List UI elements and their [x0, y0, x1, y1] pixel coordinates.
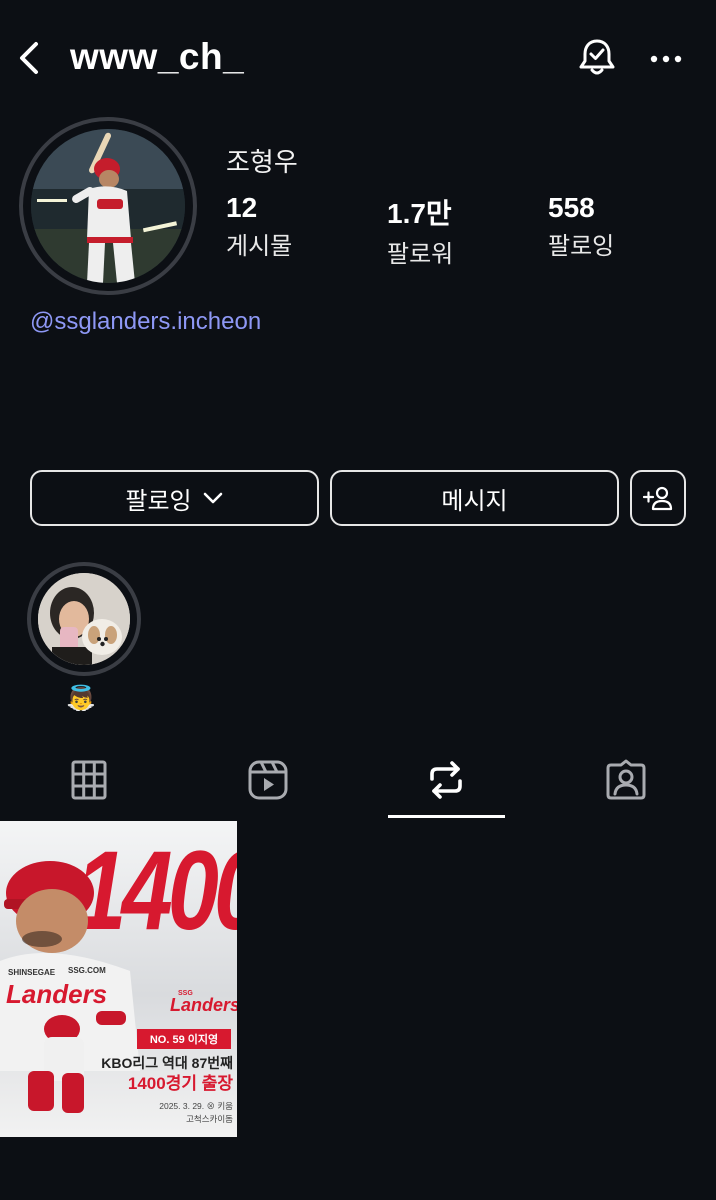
message-button-label: 메시지 — [441, 487, 508, 515]
stat-followers-count: 1.7만 — [387, 198, 452, 229]
more-options-button[interactable] — [646, 40, 686, 76]
bio-mention-link[interactable]: @ssglanders.incheon — [30, 308, 261, 336]
story-highlight-label: 👼 — [66, 685, 96, 712]
post-line-2: 1400경기 출장 — [128, 1074, 233, 1093]
svg-text:SSG.COM: SSG.COM — [68, 966, 106, 975]
profile-photo — [31, 129, 185, 283]
grid-icon — [71, 760, 107, 800]
suggested-people-button[interactable] — [630, 470, 686, 526]
reels-icon — [248, 760, 288, 800]
add-person-icon — [643, 486, 673, 511]
more-horizontal-icon — [650, 55, 682, 63]
stat-following[interactable]: 558 팔로잉 — [548, 192, 614, 261]
post-line-1: KBO리그 역대 87번째 — [101, 1055, 233, 1071]
stat-posts[interactable]: 12 게시물 — [226, 192, 292, 261]
stat-following-label: 팔로잉 — [548, 233, 615, 260]
tab-reposts[interactable] — [421, 756, 471, 804]
tab-posts-grid[interactable] — [64, 756, 114, 804]
repost-icon — [430, 761, 462, 799]
post-badge: NO. 59 이지영 — [150, 1032, 218, 1046]
tab-tagged[interactable] — [601, 756, 651, 804]
stat-posts-label: 게시물 — [226, 233, 293, 260]
repost-thumbnail[interactable]: 1400 SHINSEGAE SSG.COM Landers SSG Lande… — [0, 821, 237, 1137]
bell-check-icon — [579, 39, 615, 75]
stat-followers[interactable]: 1.7만 팔로워 — [387, 192, 453, 269]
notification-bell-button[interactable] — [576, 36, 618, 78]
profile-full-name: 조형우 — [226, 147, 298, 177]
post-big-number: 1400 — [75, 827, 237, 953]
back-button[interactable] — [14, 40, 44, 76]
following-button[interactable]: 팔로잉 — [30, 470, 319, 526]
svg-text:SHINSEGAE: SHINSEGAE — [8, 968, 56, 977]
message-button[interactable]: 메시지 — [330, 470, 619, 526]
tagged-person-icon — [606, 759, 646, 800]
story-highlight-cover — [38, 573, 130, 665]
tab-reels[interactable] — [243, 756, 293, 804]
stat-followers-label: 팔로워 — [387, 241, 454, 268]
active-tab-indicator — [388, 815, 505, 818]
chevron-left-icon — [20, 42, 38, 74]
profile-avatar[interactable] — [19, 117, 197, 295]
following-button-label: 팔로잉 — [125, 487, 192, 515]
svg-text:Landers: Landers — [6, 979, 107, 1009]
profile-username: www_ch_ — [70, 36, 245, 77]
stat-following-count: 558 — [548, 192, 595, 223]
post-logo-text: Landers — [170, 995, 237, 1015]
post-venue: 고척스카이돔 — [186, 1114, 233, 1124]
stat-posts-count: 12 — [226, 192, 258, 223]
story-highlight[interactable] — [27, 562, 141, 676]
post-date: 2025. 3. 29. ⊗ 키움 — [159, 1101, 233, 1111]
chevron-down-icon — [203, 492, 222, 504]
